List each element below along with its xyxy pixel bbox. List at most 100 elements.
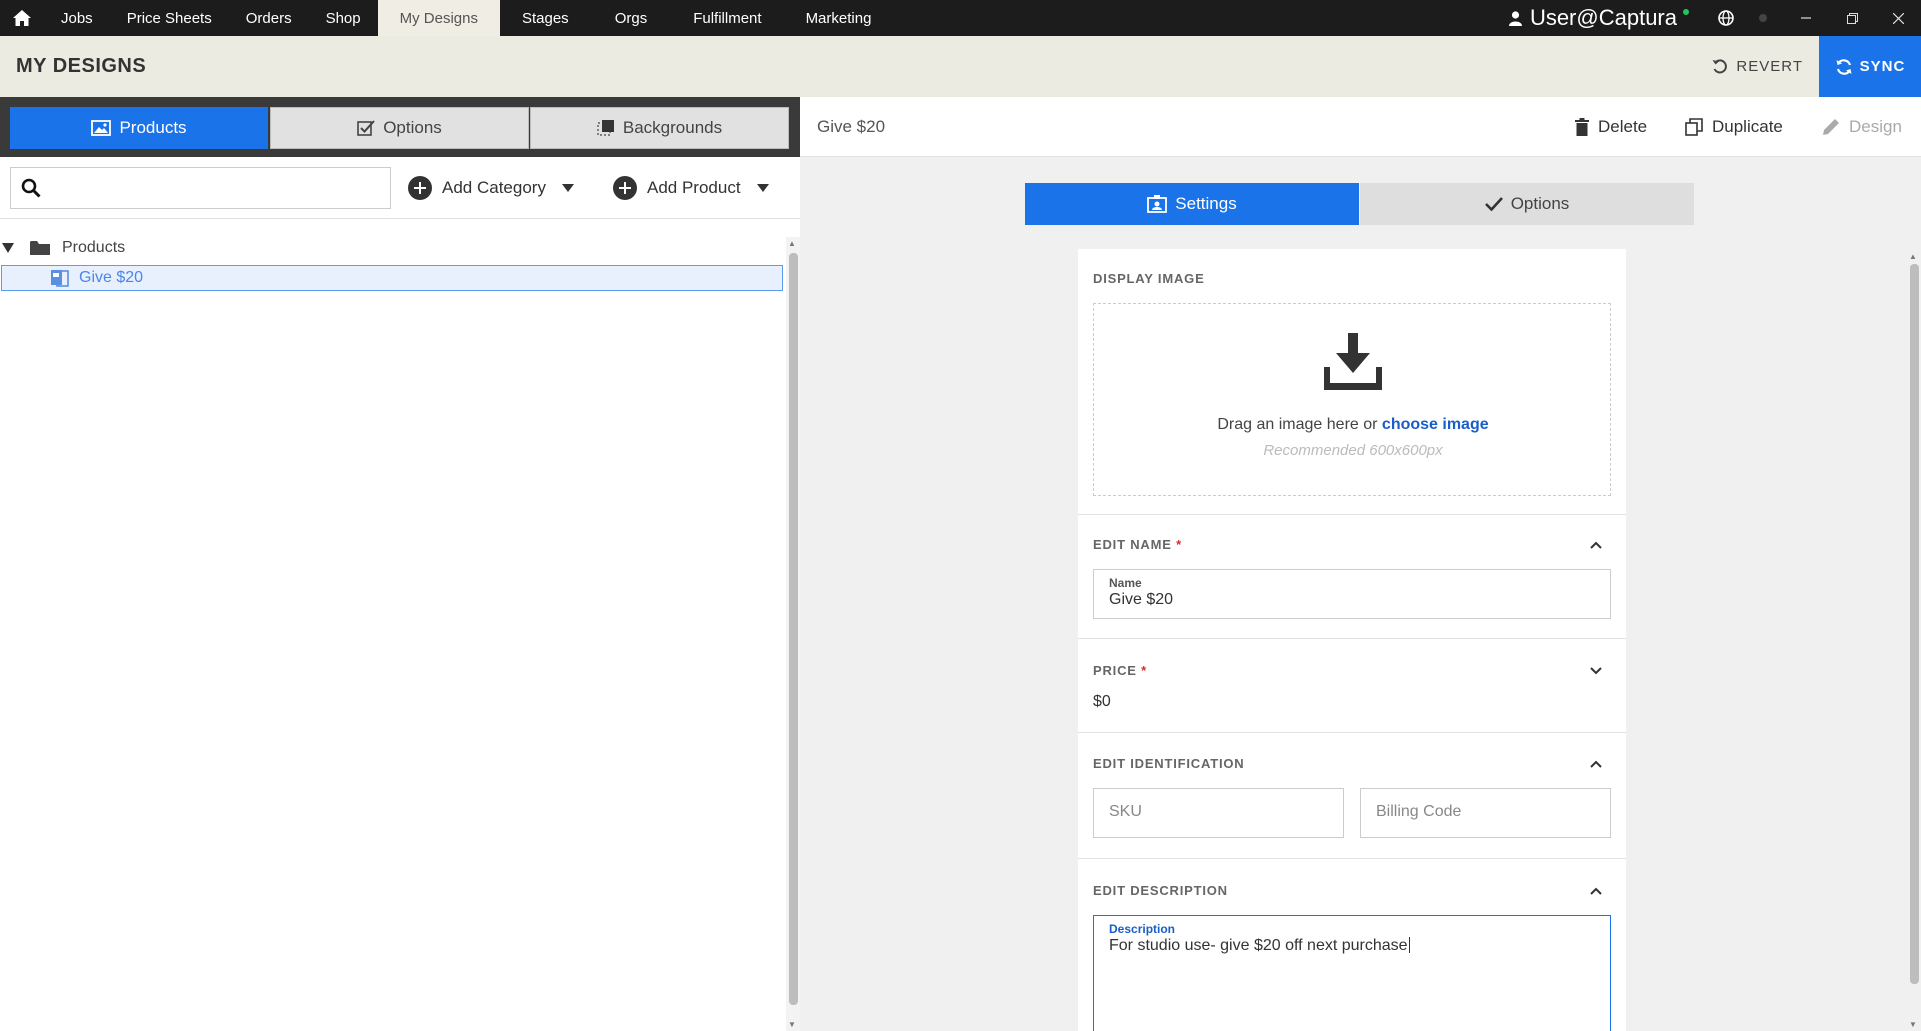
edit-name-title: EDIT NAME *	[1093, 537, 1182, 552]
nav-orders[interactable]: Orders	[229, 0, 309, 36]
name-field[interactable]: Name Give $20	[1093, 569, 1611, 619]
duplicate-button[interactable]: Duplicate	[1685, 97, 1783, 157]
price-title-text: PRICE	[1093, 663, 1137, 678]
search-input[interactable]	[49, 170, 390, 206]
tree-root-products[interactable]: Products	[0, 235, 785, 261]
home-button[interactable]	[0, 0, 44, 36]
page-header: MY DESIGNS REVERT SYNC	[0, 36, 1921, 97]
dot-icon	[1759, 14, 1767, 22]
plus-circle-icon	[613, 176, 637, 200]
globe-icon	[1718, 10, 1734, 26]
plus-circle-icon	[408, 176, 432, 200]
tab-backgrounds[interactable]: Backgrounds	[530, 107, 789, 149]
text-cursor	[1408, 937, 1410, 953]
minimize-button[interactable]	[1783, 0, 1829, 36]
description-field-label: Description	[1109, 922, 1176, 936]
sync-label: SYNC	[1859, 58, 1906, 75]
nav-my-designs[interactable]: My Designs	[377, 0, 500, 36]
nav-fulfillment[interactable]: Fulfillment	[671, 0, 783, 36]
dropzone-text: Drag an image here or choose image	[1094, 416, 1612, 434]
add-product-button[interactable]: Add Product	[613, 173, 769, 203]
add-category-label: Add Category	[442, 178, 546, 197]
folder-icon	[30, 241, 50, 255]
background-icon	[597, 120, 614, 136]
billing-code-field[interactable]: Billing Code	[1360, 788, 1611, 838]
close-icon	[1892, 12, 1904, 24]
chevron-up-icon[interactable]	[1590, 541, 1602, 549]
scroll-down-icon: ▼	[1909, 1020, 1917, 1029]
tab-options[interactable]: Options	[270, 107, 529, 149]
description-field-value: For studio use- give $20 off next purcha…	[1109, 937, 1410, 955]
nav-jobs[interactable]: Jobs	[44, 0, 110, 36]
left-scrollbar-thumb[interactable]	[789, 253, 798, 1005]
product-tree: Products Give $20	[0, 235, 785, 291]
close-window-button[interactable]	[1875, 0, 1921, 36]
design-button[interactable]: Design	[1822, 97, 1902, 157]
billing-code-placeholder: Billing Code	[1376, 803, 1462, 820]
delete-button[interactable]: Delete	[1575, 97, 1647, 157]
tree-root-label: Products	[62, 239, 126, 256]
nav-price-sheets[interactable]: Price Sheets	[110, 0, 229, 36]
subtab-settings[interactable]: Settings	[1025, 183, 1359, 225]
description-field[interactable]: Description For studio use- give $20 off…	[1093, 915, 1611, 1031]
edit-name-section: EDIT NAME * Name Give $20	[1078, 515, 1626, 639]
revert-button[interactable]: REVERT	[1712, 36, 1803, 97]
left-tabs: Products Options Backgrounds	[0, 97, 800, 157]
design-label: Design	[1849, 117, 1902, 136]
price-value: $0	[1093, 693, 1111, 710]
delete-label: Delete	[1598, 117, 1648, 136]
required-marker: *	[1141, 663, 1148, 678]
product-icon	[51, 270, 69, 287]
check-icon	[1484, 197, 1503, 212]
pencil-icon	[1823, 119, 1839, 135]
user-menu[interactable]: User@Captura	[1508, 5, 1677, 31]
caret-down-icon	[2, 243, 14, 253]
search-box	[10, 167, 391, 209]
settings-card: DISPLAY IMAGE Drag an image here or choo…	[1078, 249, 1626, 1031]
add-category-button[interactable]: Add Category	[408, 173, 574, 203]
nav-stages[interactable]: Stages	[500, 0, 591, 36]
tree-item-label: Give $20	[79, 269, 144, 286]
edit-name-title-text: EDIT NAME	[1093, 537, 1172, 552]
image-dropzone[interactable]: Drag an image here or choose image Recom…	[1093, 303, 1611, 496]
chevron-down-icon[interactable]	[1590, 667, 1602, 675]
online-status-dot	[1683, 9, 1689, 15]
sync-icon	[1836, 58, 1852, 75]
chevron-up-icon[interactable]	[1590, 760, 1602, 768]
required-marker: *	[1176, 537, 1182, 552]
page-title: MY DESIGNS	[16, 55, 147, 77]
nav-shop[interactable]: Shop	[309, 0, 378, 36]
language-button[interactable]	[1709, 0, 1743, 36]
restore-icon	[1846, 12, 1858, 24]
status-indicator	[1743, 0, 1783, 36]
description-section: EDIT DESCRIPTION Description For studio …	[1078, 859, 1626, 1031]
subtab-options-label: Options	[1510, 194, 1570, 213]
price-title: PRICE *	[1093, 663, 1147, 678]
drag-text: Drag an image here or	[1217, 416, 1378, 433]
description-text: For studio use- give $20 off next purcha…	[1109, 937, 1408, 954]
right-panel: Give $20 Delete Duplicate Design Setting…	[800, 97, 1921, 1031]
right-scrollbar[interactable]: ▲ ▼	[1907, 252, 1921, 1031]
search-icon	[21, 178, 41, 198]
left-scrollbar[interactable]: ▲ ▼	[786, 237, 800, 1031]
nav-marketing[interactable]: Marketing	[784, 0, 894, 36]
right-scrollbar-thumb[interactable]	[1910, 264, 1919, 984]
scroll-down-icon: ▼	[788, 1020, 796, 1029]
display-image-section: DISPLAY IMAGE Drag an image here or choo…	[1078, 249, 1626, 515]
checkbox-icon	[357, 120, 375, 136]
sync-button[interactable]: SYNC	[1819, 36, 1921, 97]
chevron-up-icon[interactable]	[1590, 887, 1602, 895]
sku-field[interactable]: SKU	[1093, 788, 1344, 838]
dropzone-hint: Recommended 600x600px	[1263, 442, 1443, 459]
subtab-settings-label: Settings	[1175, 194, 1237, 213]
choose-image-link[interactable]: choose image	[1382, 416, 1489, 433]
subtab-options[interactable]: Options	[1360, 183, 1694, 225]
tree-item-give-20[interactable]: Give $20	[1, 265, 783, 291]
product-header: Give $20 Delete Duplicate Design	[800, 97, 1921, 157]
tab-products[interactable]: Products	[10, 107, 268, 149]
tab-backgrounds-label: Backgrounds	[622, 118, 723, 137]
nav-orgs[interactable]: Orgs	[591, 0, 672, 36]
product-title: Give $20	[817, 117, 886, 136]
maximize-button[interactable]	[1829, 0, 1875, 36]
left-toolbar: Add Category Add Product	[0, 157, 800, 219]
